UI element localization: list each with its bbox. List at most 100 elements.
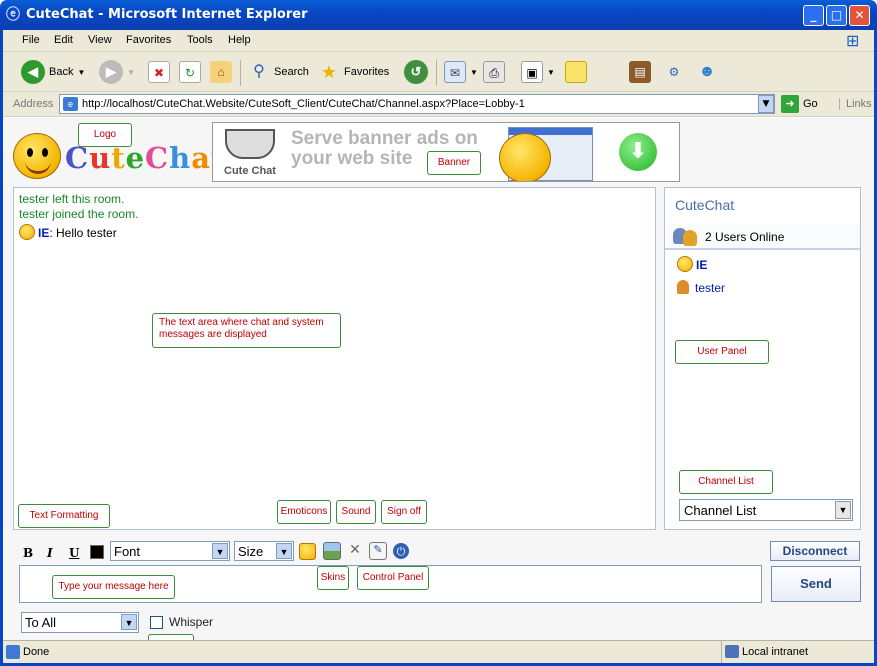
size-select-value: Size xyxy=(238,544,264,559)
italic-button[interactable]: I xyxy=(47,546,53,560)
user-list-item[interactable]: tester xyxy=(677,280,725,295)
chevron-down-icon: ▼ xyxy=(276,543,292,559)
menu-favorites[interactable]: Favorites xyxy=(126,34,171,46)
edit-icon: ▣ xyxy=(521,61,543,83)
address-input[interactable]: e http://localhost/CuteChat.Website/Cute… xyxy=(59,94,775,114)
message-username[interactable]: IE xyxy=(38,226,49,240)
menu-view[interactable]: View xyxy=(88,34,112,46)
callout-sound: Sound xyxy=(336,500,376,524)
smiley-icon xyxy=(19,224,35,240)
print-button[interactable]: ⎙ xyxy=(483,58,505,86)
size-select[interactable]: Size ▼ xyxy=(234,541,294,561)
stop-button[interactable]: ✖ xyxy=(148,58,170,86)
ie-app-icon: ⓔ xyxy=(6,7,20,23)
home-icon: ⌂ xyxy=(210,61,232,83)
favorites-button[interactable]: ★ Favorites xyxy=(318,58,389,86)
chat-page: CuteChat Cute Chat Serve banner ads onyo… xyxy=(3,118,874,658)
home-button[interactable]: ⌂ xyxy=(210,58,232,86)
whisper-checkbox[interactable] xyxy=(150,616,163,629)
refresh-button[interactable]: ↻ xyxy=(179,58,201,86)
menu-help[interactable]: Help xyxy=(228,34,251,46)
go-label: Go xyxy=(803,98,818,110)
menu-tools[interactable]: Tools xyxy=(187,34,213,46)
forward-button[interactable]: ▶ ▼ xyxy=(99,58,135,86)
recipient-select-value: To All xyxy=(25,615,57,630)
callout-sign-off: Sign off xyxy=(381,500,427,524)
mail-button[interactable]: ✉ ▼ xyxy=(444,58,478,86)
page-status-icon xyxy=(6,645,20,659)
toolbar-separator xyxy=(436,60,437,86)
callout-control-panel: Control Panel xyxy=(357,566,429,590)
messenger-button[interactable]: ☻ xyxy=(696,58,718,86)
close-button[interactable]: ✕ xyxy=(849,5,870,26)
message-text: : Hello tester xyxy=(49,226,117,240)
sound-icon[interactable]: ✕ xyxy=(346,542,364,560)
settings-icon: ⚙ xyxy=(668,65,680,79)
favorites-label: Favorites xyxy=(344,66,390,78)
callout-channel-list: Channel List xyxy=(679,470,773,494)
back-button[interactable]: ◀ Back ▼ xyxy=(21,58,85,86)
callout-skins: Skins xyxy=(317,566,349,590)
back-dropdown-icon: ▼ xyxy=(77,67,86,77)
underline-button[interactable]: U xyxy=(69,546,79,560)
users-group-icon xyxy=(673,226,699,246)
address-dropdown-button[interactable]: ▼ xyxy=(758,95,774,113)
bold-button[interactable]: B xyxy=(23,546,33,560)
skins-icon[interactable] xyxy=(323,542,341,560)
messenger-icon: ☻ xyxy=(698,63,716,80)
notes-icon xyxy=(565,61,587,83)
chat-message: IE: Hello tester xyxy=(19,224,117,240)
history-button[interactable]: ↺ xyxy=(404,58,428,86)
channel-list-select[interactable]: Channel List ▼ xyxy=(679,499,853,521)
address-url: http://localhost/CuteChat.Website/CuteSo… xyxy=(82,98,525,110)
callout-text-area: The text area where chat and system mess… xyxy=(152,313,341,348)
edit-button[interactable]: ▣ ▼ xyxy=(521,58,555,86)
notes-button[interactable] xyxy=(565,58,587,86)
channel-list-value: Channel List xyxy=(684,503,757,518)
disconnect-button[interactable]: Disconnect xyxy=(770,541,860,561)
print-icon: ⎙ xyxy=(483,61,505,83)
window-titlebar[interactable]: ⓔ CuteChat - Microsoft Internet Explorer… xyxy=(0,0,877,30)
user-panel-title: CuteChat xyxy=(675,197,735,213)
toolbar-separator xyxy=(240,60,241,86)
address-label: Address xyxy=(13,98,54,110)
research-button[interactable]: ▤ xyxy=(629,58,651,86)
person-icon xyxy=(677,280,689,294)
online-count-row: 2 Users Online xyxy=(665,224,860,250)
links-toolbar[interactable]: Links xyxy=(839,98,872,110)
settings-button[interactable]: ⚙ xyxy=(663,58,685,86)
maximize-button[interactable]: □ xyxy=(826,5,847,26)
emoticons-icon[interactable] xyxy=(299,543,316,560)
font-color-button[interactable] xyxy=(90,545,104,559)
search-icon: ⚲ xyxy=(253,63,265,80)
whisper-label[interactable]: Whisper xyxy=(169,615,213,629)
refresh-icon: ↻ xyxy=(179,61,201,83)
back-arrow-icon: ◀ xyxy=(21,60,45,84)
banner-smiley-icon xyxy=(499,133,551,181)
page-icon: e xyxy=(63,97,78,111)
research-icon: ▤ xyxy=(629,61,651,83)
coffee-cup-icon xyxy=(225,129,275,159)
chevron-down-icon: ▼ xyxy=(835,501,851,519)
callout-user-panel: User Panel xyxy=(675,340,769,364)
go-button[interactable]: ➜ Go xyxy=(781,95,818,113)
font-select[interactable]: Font ▼ xyxy=(110,541,230,561)
menu-bar: File Edit View Favorites Tools Help ⊞ xyxy=(3,30,874,52)
user-list-item[interactable]: IE xyxy=(677,256,707,272)
system-message: tester joined the room. xyxy=(19,207,139,221)
chat-message-area[interactable]: tester left this room. tester joined the… xyxy=(13,187,656,530)
send-button[interactable]: Send xyxy=(771,566,861,602)
status-text: Done xyxy=(23,646,50,658)
online-count: 2 Users Online xyxy=(705,230,785,244)
recipient-select[interactable]: To All ▼ xyxy=(21,612,139,633)
sign-off-icon[interactable]: ⏻ xyxy=(393,543,409,559)
menu-file[interactable]: File xyxy=(22,34,40,46)
smiley-logo-icon xyxy=(13,133,61,179)
search-button[interactable]: ⚲ Search xyxy=(248,58,309,86)
menu-edit[interactable]: Edit xyxy=(54,34,73,46)
user-name: tester xyxy=(695,281,726,295)
status-bar: Done Local intranet xyxy=(3,640,874,663)
control-panel-icon[interactable]: ✎ xyxy=(369,542,387,560)
minimize-button[interactable]: _ xyxy=(803,5,824,26)
address-bar: Address e http://localhost/CuteChat.Webs… xyxy=(3,92,874,117)
